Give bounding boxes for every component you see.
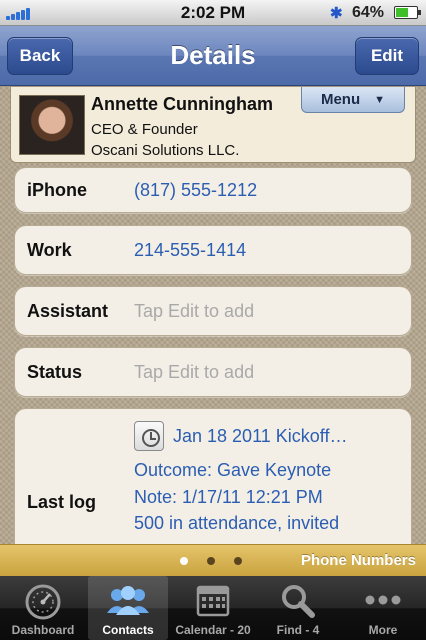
tab-label-contacts: Contacts [102,623,154,637]
field-row-iphone[interactable]: iPhone (817) 555-1212 [14,167,412,213]
chevron-down-icon: ▼ [374,93,386,106]
contact-details[interactable]: Annette Cunningham CEO & Founder Oscani … [0,87,426,544]
clock-icon[interactable] [134,421,164,451]
tab-label-find: Find - 4 [276,623,320,637]
contact-role: CEO & Founder [91,121,198,138]
tab-dashboard[interactable]: Dashboard [0,576,86,640]
tab-find[interactable]: Find - 4 [258,576,338,640]
menu-button-label: Menu [320,91,361,108]
contact-company: Oscani Solutions LLC. [91,142,240,159]
tab-more[interactable]: More [340,576,426,640]
tab-label-dashboard: Dashboard [11,623,75,637]
tab-label-more: More [368,623,398,637]
more-icon [365,595,401,605]
contact-header-card: Annette Cunningham CEO & Founder Oscani … [10,87,416,163]
menu-button[interactable]: Menu ▼ [301,87,405,113]
tab-calendar[interactable]: Calendar - 20 [170,576,256,640]
phone-link-work[interactable]: 214-555-1414 [134,240,246,261]
last-log-note: Note: 1/17/11 12:21 PM [134,487,323,507]
speedometer-icon [25,584,61,620]
field-label-assistant: Assistant [27,301,109,321]
field-label-iphone: iPhone [27,180,88,200]
contacts-icon [107,586,149,615]
tab-contacts[interactable]: Contacts [88,576,168,640]
last-log-detail: 500 in attendance, invited [134,513,340,533]
last-log-outcome: Outcome: Gave Keynote [134,460,332,480]
field-label-last-log: Last log [27,492,97,512]
field-row-assistant[interactable]: Assistant Tap Edit to add [14,286,412,336]
field-row-status[interactable]: Status Tap Edit to add [14,347,412,397]
page-dot-2[interactable] [207,557,215,565]
field-placeholder-status: Tap Edit to add [134,362,255,382]
last-log-date[interactable]: Jan 18 2011 Kickoff… [173,426,347,447]
contact-name: Annette Cunningham [91,94,273,114]
bluetooth-icon: ✱ [330,5,343,22]
page-dot-3[interactable] [234,557,242,565]
field-row-last-log[interactable]: Last log Jan 18 2011 Kickoff… Outcome: G… [14,408,412,544]
magnifier-icon [282,585,315,618]
page-indicator-label: Phone Numbers [300,552,416,569]
avatar[interactable] [19,95,85,155]
battery-icon [394,6,421,19]
battery-percent: 64% [352,4,385,21]
field-label-status: Status [27,362,83,382]
status-bar: 2:02 PM ✱ 64% [0,0,426,26]
tab-bar: Dashboard Contacts Calendar - 20 Find - … [0,576,426,640]
field-label-work: Work [27,240,72,260]
page-indicator-bar[interactable]: Phone Numbers [0,544,426,576]
navigation-bar: Back Details Edit [0,26,426,86]
field-row-work[interactable]: Work 214-555-1414 [14,225,412,275]
tab-label-calendar: Calendar - 20 [175,623,251,637]
phone-link-iphone[interactable]: (817) 555-1212 [134,180,257,201]
field-placeholder-assistant: Tap Edit to add [134,301,255,321]
edit-button[interactable]: Edit [355,37,419,75]
page-dot-1[interactable] [180,557,188,565]
calendar-icon [196,585,230,617]
